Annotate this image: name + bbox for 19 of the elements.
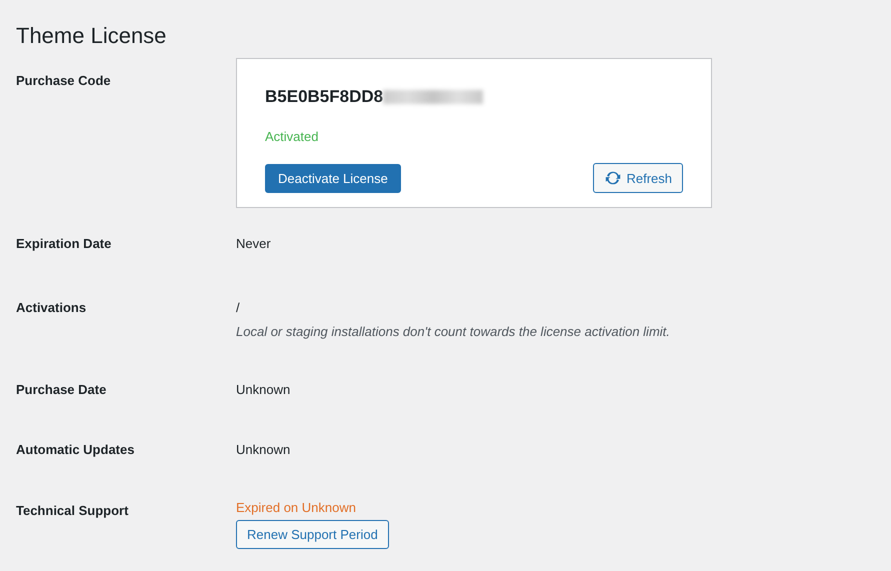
purchase-code: B5E0B5F8DD8 xyxy=(265,87,384,108)
field-value: / xyxy=(236,300,240,316)
field-value: Never xyxy=(236,236,271,252)
field-label: Technical Support xyxy=(16,503,128,518)
license-status: Activated xyxy=(265,128,320,146)
field-value: Unknown xyxy=(236,382,290,398)
refresh-icon xyxy=(604,169,622,188)
page-title: Theme License xyxy=(16,22,168,50)
field-label: Automatic Updates xyxy=(16,442,134,458)
field-label: Purchase Date xyxy=(16,382,106,398)
renew-button[interactable]: Renew Support Period xyxy=(236,520,389,550)
field-value: Unknown xyxy=(236,442,290,458)
refresh-button[interactable]: Refresh xyxy=(593,163,683,194)
field-label: Expiration Date xyxy=(16,236,112,252)
field-label: Purchase Code xyxy=(16,73,111,88)
support-status: Expired on Unknown xyxy=(236,499,357,518)
deactivate-button[interactable]: Deactivate License xyxy=(265,164,401,193)
field-label: Activations xyxy=(16,300,86,316)
field-description: Local or staging installations don't count towards the license activation limit. xyxy=(236,323,670,342)
